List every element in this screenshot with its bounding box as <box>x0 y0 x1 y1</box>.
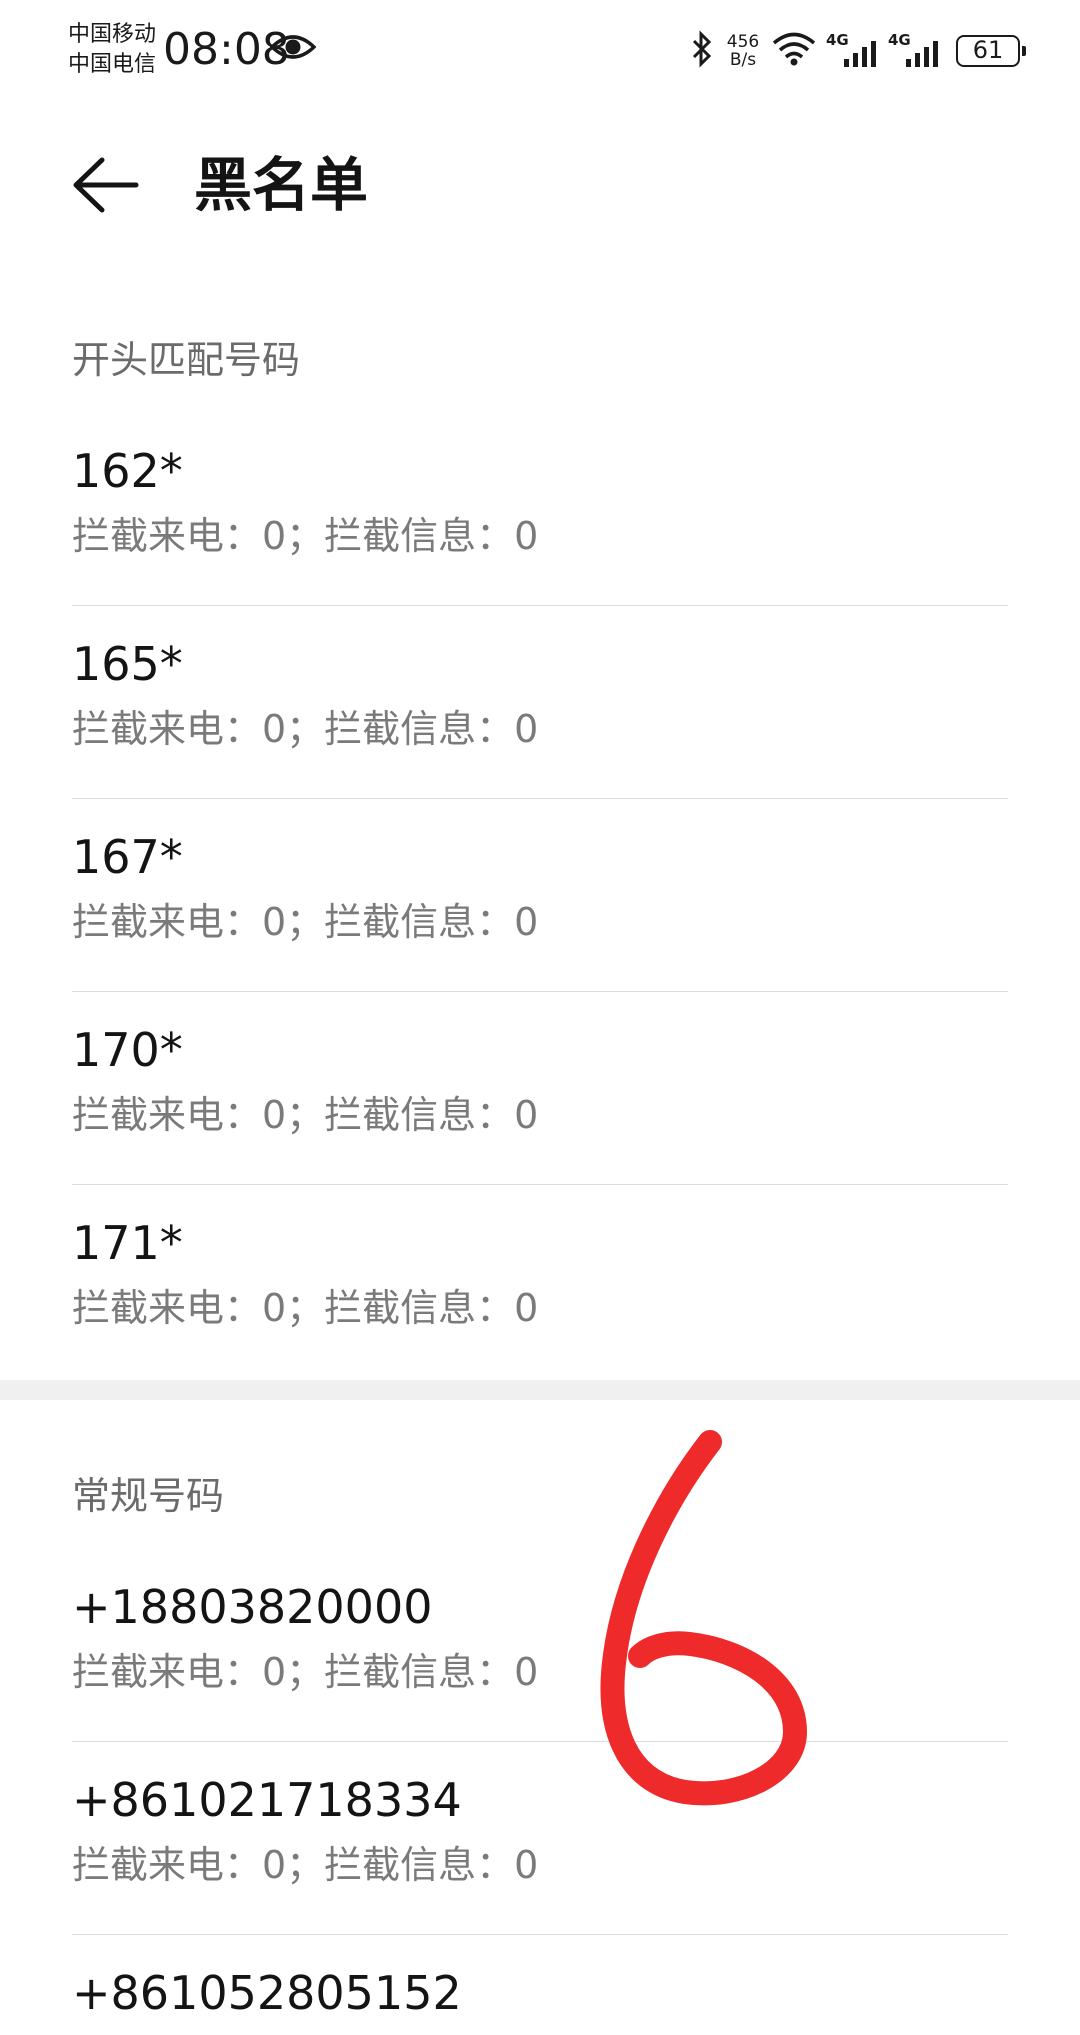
list-item[interactable]: 167* 拦截来电：0；拦截信息：0 <box>72 799 1008 992</box>
page-title: 黑名单 <box>194 151 369 219</box>
speed-unit: B/s <box>729 50 757 70</box>
block-stats: 拦截来电：0；拦截信息：0 <box>72 1843 539 1887</box>
block-stats: 拦截来电：0；拦截信息：0 <box>72 514 539 558</box>
block-stats: 拦截来电：0；拦截信息：0 <box>72 707 539 751</box>
list-item[interactable]: +861021718334 拦截来电：0；拦截信息：0 <box>72 1742 1008 1935</box>
status-bar: 中国移动 中国电信 08:08 456 B/s 4G 4G 61 <box>0 0 1080 104</box>
blocked-number: 171* <box>72 1216 183 1270</box>
back-button[interactable] <box>70 152 142 218</box>
list-item[interactable]: 170* 拦截来电：0；拦截信息：0 <box>72 992 1008 1185</box>
signal-icon <box>906 41 938 67</box>
signal-2: 4G <box>888 31 940 71</box>
section-title-regular: 常规号码 <box>72 1474 225 1518</box>
list-item[interactable]: 162* 拦截来电：0；拦截信息：0 <box>72 413 1008 606</box>
blocked-number: 162* <box>72 444 183 498</box>
blocked-number: +18803820000 <box>72 1580 433 1634</box>
block-stats: 拦截来电：0；拦截信息：0 <box>72 1286 539 1330</box>
block-stats: 拦截来电：0；拦截信息：0 <box>72 1093 539 1137</box>
list-item[interactable]: 171* 拦截来电：0；拦截信息：0 <box>72 1185 1008 1360</box>
blocked-number: 170* <box>72 1023 183 1077</box>
section-divider <box>0 1380 1080 1400</box>
blocked-number: +861021718334 <box>72 1773 462 1827</box>
signal-1: 4G <box>826 31 878 71</box>
carrier-2: 中国电信 <box>68 52 157 77</box>
section-title-prefix: 开头匹配号码 <box>72 338 301 382</box>
arrow-left-icon <box>73 157 139 213</box>
blocked-number: 167* <box>72 830 183 884</box>
blocked-number: 165* <box>72 637 183 691</box>
battery-level: 61 <box>972 36 1004 64</box>
list-item[interactable]: +861052805152 <box>72 1935 1008 2035</box>
signal-icon <box>844 41 876 67</box>
list-item[interactable]: 165* 拦截来电：0；拦截信息：0 <box>72 606 1008 799</box>
carrier-1: 中国移动 <box>68 22 157 47</box>
speed-value: 456 <box>726 32 760 52</box>
status-icons: 456 B/s 4G 4G 61 <box>690 28 1026 74</box>
network-speed: 456 B/s <box>724 33 762 69</box>
blocked-number: +861052805152 <box>72 1966 462 2020</box>
block-stats: 拦截来电：0；拦截信息：0 <box>72 1650 539 1694</box>
app-bar: 黑名单 <box>0 120 1080 250</box>
list-item[interactable]: +18803820000 拦截来电：0；拦截信息：0 <box>72 1549 1008 1742</box>
bluetooth-icon <box>690 30 714 72</box>
carrier-labels: 中国移动 中国电信 <box>68 20 156 80</box>
eye-icon <box>269 32 317 66</box>
wifi-icon <box>772 32 816 70</box>
battery-icon: 61 <box>956 35 1026 67</box>
block-stats: 拦截来电：0；拦截信息：0 <box>72 900 539 944</box>
